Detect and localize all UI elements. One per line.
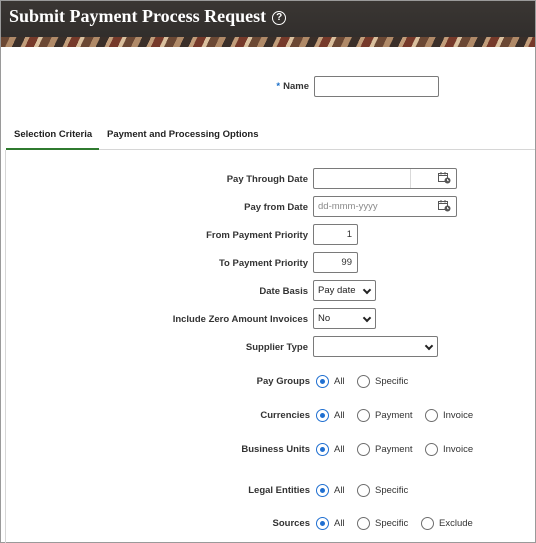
calendar-icon[interactable] bbox=[438, 172, 451, 184]
pay-groups-radio-group: All Specific bbox=[316, 375, 516, 391]
radio-label: Specific bbox=[375, 485, 409, 496]
chevron-down-icon bbox=[362, 313, 372, 323]
sources-exclude-radio[interactable] bbox=[421, 517, 434, 530]
tab-payment-processing-options[interactable]: Payment and Processing Options bbox=[107, 129, 259, 140]
name-input[interactable] bbox=[314, 76, 439, 97]
pay-through-date-input[interactable] bbox=[313, 168, 457, 189]
radio-label: Invoice bbox=[443, 444, 474, 455]
legal-entities-specific-radio[interactable] bbox=[357, 484, 370, 497]
name-label-text: Name bbox=[283, 81, 309, 92]
supplier-type-label: Supplier Type bbox=[245, 342, 308, 353]
pay-groups-all-radio[interactable] bbox=[316, 375, 329, 388]
sources-radio-group: All Specific Exclude bbox=[316, 517, 516, 533]
currencies-payment-radio[interactable] bbox=[357, 409, 370, 422]
to-payment-priority-label: To Payment Priority bbox=[218, 258, 308, 269]
chevron-down-icon bbox=[362, 285, 372, 295]
business-units-invoice-radio[interactable] bbox=[425, 443, 438, 456]
required-indicator-icon: * bbox=[276, 81, 281, 92]
date-basis-select[interactable]: Pay date bbox=[313, 280, 376, 301]
input-divider bbox=[410, 169, 411, 188]
header-banner-image bbox=[1, 37, 535, 47]
pay-through-date-label: Pay Through Date bbox=[226, 174, 308, 185]
radio-label: Exclude bbox=[439, 518, 473, 529]
currencies-invoice-radio[interactable] bbox=[425, 409, 438, 422]
legal-entities-radio-group: All Specific bbox=[316, 484, 516, 500]
sources-all-radio[interactable] bbox=[316, 517, 329, 530]
radio-label: All bbox=[334, 485, 345, 496]
date-basis-label: Date Basis bbox=[259, 286, 308, 297]
radio-label: Payment bbox=[375, 444, 413, 455]
page-header: Submit Payment Process Request? bbox=[1, 1, 535, 47]
radio-label: Payment bbox=[375, 410, 413, 421]
radio-label: All bbox=[334, 410, 345, 421]
business-units-payment-radio[interactable] bbox=[357, 443, 370, 456]
pay-from-date-placeholder: dd-mmm-yyyy bbox=[318, 201, 378, 212]
from-payment-priority-label: From Payment Priority bbox=[206, 230, 308, 241]
radio-label: All bbox=[334, 518, 345, 529]
radio-label: Invoice bbox=[443, 410, 474, 421]
business-units-label: Business Units bbox=[241, 444, 310, 455]
chevron-down-icon bbox=[424, 341, 434, 351]
sources-specific-radio[interactable] bbox=[357, 517, 370, 530]
to-payment-priority-input[interactable]: 99 bbox=[313, 252, 358, 273]
page-title-text: Submit Payment Process Request bbox=[9, 6, 267, 26]
currencies-all-radio[interactable] bbox=[316, 409, 329, 422]
calendar-icon[interactable] bbox=[438, 200, 451, 212]
help-icon[interactable]: ? bbox=[272, 11, 287, 25]
tab-selected-indicator bbox=[6, 148, 99, 150]
business-units-radio-group: All Payment Invoice bbox=[316, 443, 516, 459]
page-title: Submit Payment Process Request? bbox=[9, 6, 287, 27]
tab-selection-criteria[interactable]: Selection Criteria bbox=[14, 129, 92, 140]
radio-label: All bbox=[334, 376, 345, 387]
include-zero-amount-label: Include Zero Amount Invoices bbox=[172, 314, 308, 325]
legal-entities-label: Legal Entities bbox=[248, 485, 310, 496]
to-payment-priority-value: 99 bbox=[341, 257, 352, 268]
currencies-label: Currencies bbox=[260, 410, 310, 421]
panel-border bbox=[5, 150, 6, 543]
name-label: * Name bbox=[230, 81, 309, 92]
include-zero-amount-value: No bbox=[318, 313, 331, 324]
pay-from-date-label: Pay from Date bbox=[244, 202, 308, 213]
currencies-radio-group: All Payment Invoice bbox=[316, 409, 516, 425]
supplier-type-select[interactable] bbox=[313, 336, 438, 357]
radio-label: Specific bbox=[375, 376, 409, 387]
radio-label: Specific bbox=[375, 518, 409, 529]
legal-entities-all-radio[interactable] bbox=[316, 484, 329, 497]
pay-from-date-input[interactable]: dd-mmm-yyyy bbox=[313, 196, 457, 217]
date-basis-value: Pay date bbox=[318, 285, 356, 296]
sources-label: Sources bbox=[272, 518, 311, 529]
include-zero-amount-select[interactable]: No bbox=[313, 308, 376, 329]
from-payment-priority-value: 1 bbox=[346, 229, 352, 240]
radio-label: All bbox=[334, 444, 345, 455]
business-units-all-radio[interactable] bbox=[316, 443, 329, 456]
from-payment-priority-input[interactable]: 1 bbox=[313, 224, 358, 245]
pay-groups-specific-radio[interactable] bbox=[357, 375, 370, 388]
pay-groups-label: Pay Groups bbox=[256, 376, 310, 387]
